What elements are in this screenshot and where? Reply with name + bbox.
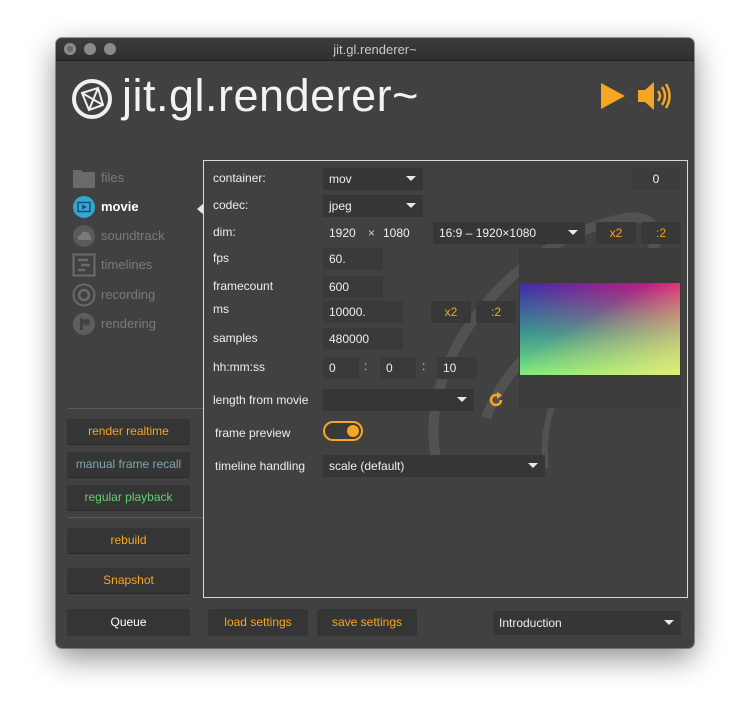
container-label: container: [213,171,266,185]
container-value: mov [329,172,352,186]
ms-field[interactable]: 10000. [323,301,403,323]
jitter-logo-icon [72,79,112,119]
container-dropdown[interactable]: mov [323,168,423,190]
length-from-movie-label: length from movie [213,393,309,407]
regular-playback-button[interactable]: regular playback [67,485,190,510]
snapshot-button[interactable]: Snapshot [67,568,190,593]
render-realtime-button[interactable]: render realtime [67,419,190,444]
fps-label: fps [213,251,230,265]
chevron-down-icon [406,176,416,181]
sidebar-item-label: movie [101,199,139,214]
codec-value: jpeg [329,199,352,213]
app-window: jit.gl.renderer~ jit.gl.renderer~ files … [56,38,694,648]
frame-preview-label: frame preview [215,426,291,440]
sidebar-item-files[interactable]: files [72,166,202,190]
speaker-icon[interactable] [637,80,673,112]
toggle-knob [347,425,359,437]
movie-icon [73,196,95,218]
time-separator: : [364,359,368,373]
seconds-field[interactable]: 10 [437,357,477,379]
sidebar-item-soundtrack[interactable]: soundtrack [72,224,202,248]
dim-preset-dropdown[interactable]: 16:9 – 1920×1080 [433,222,585,244]
sidebar-divider [67,517,203,518]
cloud-icon [73,225,95,247]
sidebar-item-movie[interactable]: movie [72,195,202,219]
chevron-down-icon [568,230,578,235]
preset-dropdown[interactable]: Introduction [493,611,681,635]
sidebar-divider [67,408,203,409]
sidebar-item-recording[interactable]: recording [72,283,202,307]
time-separator: : [422,359,426,373]
sidebar-item-timelines[interactable]: timelines [72,253,202,277]
length-from-movie-dropdown[interactable] [323,389,474,411]
codec-label: codec: [213,198,249,212]
minutes-field[interactable]: 0 [380,357,416,379]
framecount-label: framecount [213,279,274,293]
manual-frame-recall-button[interactable]: manual frame recall [67,452,190,477]
dim-preset-value: 16:9 – 1920×1080 [439,226,537,240]
queue-button[interactable]: Queue [67,609,190,636]
folder-icon [73,170,95,188]
load-settings-button[interactable]: load settings [208,609,308,636]
dim-width-field[interactable]: 1920 [323,222,365,244]
record-icon [72,283,96,307]
dim-separator: × [368,226,376,240]
save-settings-button[interactable]: save settings [317,609,417,636]
rebuild-button[interactable]: rebuild [67,528,190,553]
window-title: jit.gl.renderer~ [333,42,417,57]
sidebar-item-rendering[interactable]: rendering [72,312,202,336]
chevron-down-icon [406,203,416,208]
frame-preview-image [520,283,680,375]
chevron-down-icon [664,620,674,625]
chevron-down-icon [457,397,467,402]
framecount-field[interactable]: 600 [323,276,383,298]
sidebar-item-label: recording [101,287,156,302]
ms-half-button[interactable]: :2 [476,301,516,323]
container-count-field[interactable]: 0 [632,168,680,190]
sidebar-item-label: files [101,170,125,185]
timeline-handling-label: timeline handling [215,459,306,473]
ms-double-button[interactable]: x2 [431,301,471,323]
samples-label: samples [213,331,258,345]
timeline-icon [72,253,96,277]
dim-half-button[interactable]: :2 [641,222,681,244]
dim-double-button[interactable]: x2 [596,222,636,244]
title-bar: jit.gl.renderer~ [56,38,694,61]
timeline-handling-value: scale (default) [329,459,405,473]
codec-dropdown[interactable]: jpeg [323,195,423,217]
frame-preview-toggle[interactable] [323,421,363,441]
refresh-icon[interactable] [487,391,505,409]
fps-field[interactable]: 60. [323,248,383,270]
samples-field[interactable]: 480000 [323,328,403,350]
preset-value: Introduction [499,616,562,630]
sidebar-item-label: rendering [101,316,156,331]
render-icon [73,313,95,335]
timeline-handling-dropdown[interactable]: scale (default) [323,455,545,477]
chevron-down-icon [528,463,538,468]
dim-label: dim: [213,225,236,239]
hhmmss-label: hh:mm:ss [213,360,266,374]
ms-label: ms [213,302,229,316]
play-icon[interactable] [600,82,626,110]
hours-field[interactable]: 0 [323,357,359,379]
sidebar-item-label: soundtrack [101,228,165,243]
sidebar-item-label: timelines [101,257,153,272]
dim-height-field[interactable]: 1080 [377,222,419,244]
app-title: jit.gl.renderer~ [122,70,419,121]
